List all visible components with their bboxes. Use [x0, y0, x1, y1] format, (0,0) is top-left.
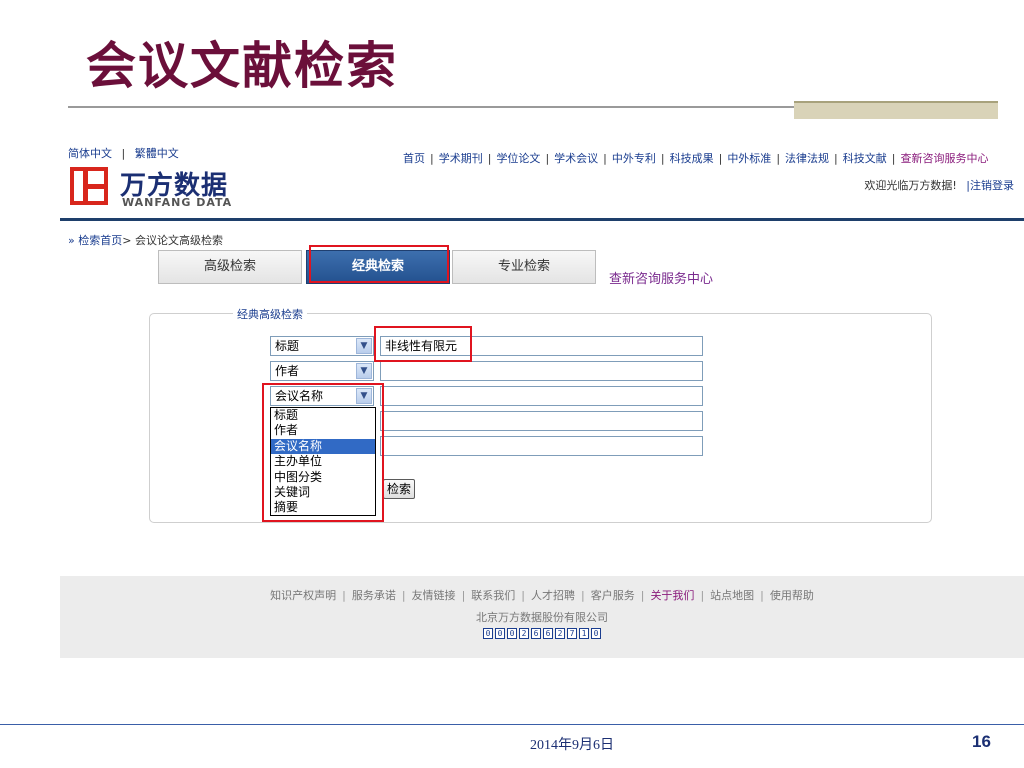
search-term-input-2[interactable] [380, 361, 703, 381]
nav-item-conferences[interactable]: 学术会议 [554, 152, 598, 165]
counter-digit: 2 [555, 628, 565, 639]
consult-center-link[interactable]: 查新咨询服务中心 [609, 268, 713, 287]
nav-item-standards[interactable]: 中外标准 [727, 152, 771, 165]
field-select-value: 标题 [275, 339, 300, 353]
footer-link-sitemap[interactable]: 站点地图 [710, 589, 754, 602]
footer-links: 知识产权声明 | 服务承诺 | 友情链接 | 联系我们 | 人才招聘 | 客户服务 | 关于我们 | 站点地… [270, 589, 814, 602]
header-divider [60, 218, 1024, 221]
lang-traditional-link[interactable]: 繁體中文 [135, 147, 179, 160]
slide-bottom-rule [0, 724, 1024, 725]
footer-link-friends[interactable]: 友情链接 [412, 589, 456, 602]
breadcrumb-home-link[interactable]: 检索首页 [78, 234, 122, 247]
visit-counter: 0002662710 [60, 628, 1024, 639]
welcome-text: 欢迎光临万方数据! [864, 179, 957, 192]
field-select-1[interactable]: 标题 ▼ [270, 336, 374, 356]
footer-link-contact[interactable]: 联系我们 [471, 589, 515, 602]
counter-digit: 0 [591, 628, 601, 639]
chevron-down-icon[interactable]: ▼ [356, 338, 372, 354]
logo-text-en: WANFANG DATA [122, 196, 233, 209]
lang-simplified-link[interactable]: 简体中文 [68, 147, 112, 160]
logo-mark-icon [70, 167, 108, 205]
welcome-bar: 欢迎光临万方数据! |注销登录 [864, 177, 1014, 193]
nav-item-achievements[interactable]: 科技成果 [670, 152, 714, 165]
slide-title: 会议文献检索 [86, 37, 398, 95]
search-button[interactable]: 检索 [383, 479, 415, 499]
nav-item-patents[interactable]: 中外专利 [612, 152, 656, 165]
counter-digit: 0 [483, 628, 493, 639]
footer-link-help[interactable]: 使用帮助 [770, 589, 814, 602]
highlight-box-dropdown [262, 383, 384, 522]
logout-link[interactable]: |注销登录 [966, 179, 1014, 192]
nav-item-sci-docs[interactable]: 科技文献 [843, 152, 887, 165]
lang-separator: | [121, 147, 126, 160]
footer-link-jobs[interactable]: 人才招聘 [531, 589, 575, 602]
nav-item-home[interactable]: 首页 [403, 152, 425, 165]
breadcrumb-prefix: » [68, 234, 75, 247]
field-select-value: 作者 [275, 364, 300, 378]
counter-digit: 1 [579, 628, 589, 639]
nav-item-theses[interactable]: 学位论文 [496, 152, 540, 165]
slide-page-number: 16 [972, 732, 991, 751]
language-switcher: 简体中文 | 繁體中文 [68, 145, 185, 161]
wanfang-logo[interactable]: 万方数据 WANFANG DATA [70, 165, 250, 213]
field-select-2[interactable]: 作者 ▼ [270, 361, 374, 381]
breadcrumb-separator: > [122, 234, 132, 247]
counter-digit: 6 [531, 628, 541, 639]
slide-date: 2014年9月6日 [530, 738, 614, 753]
search-term-input-5[interactable] [380, 436, 703, 456]
footer-link-about[interactable]: 关于我们 [650, 589, 694, 602]
highlight-box-input [374, 326, 472, 362]
fieldset-legend: 经典高级检索 [233, 306, 307, 322]
nav-item-consult-center[interactable]: 查新咨询服务中心 [900, 152, 988, 165]
search-term-input-3[interactable] [380, 386, 703, 406]
counter-digit: 6 [543, 628, 553, 639]
search-term-input-4[interactable] [380, 411, 703, 431]
tab-professional-search[interactable]: 专业检索 [452, 250, 596, 284]
tab-advanced-search[interactable]: 高级检索 [158, 250, 302, 284]
highlight-box-tab [309, 245, 449, 283]
footer-company: 北京万方数据股份有限公司 [476, 611, 608, 624]
site-footer: 知识产权声明 | 服务承诺 | 友情链接 | 联系我们 | 人才招聘 | 客户服务 | 关于我们 | 站点地… [60, 576, 1024, 658]
nav-item-laws[interactable]: 法律法规 [785, 152, 829, 165]
counter-digit: 0 [507, 628, 517, 639]
counter-digit: 7 [567, 628, 577, 639]
footer-link-service[interactable]: 服务承诺 [352, 589, 396, 602]
counter-digit: 0 [495, 628, 505, 639]
counter-digit: 2 [519, 628, 529, 639]
title-accent-bar [794, 101, 998, 119]
breadcrumb-current: 会议论文高级检索 [134, 234, 223, 247]
top-navigation: 首页 | 学术期刊 | 学位论文 | 学术会议 | 中外专利 | 科技成果 | 中外标准 | 法律法规 | 科技… [403, 152, 989, 165]
chevron-down-icon[interactable]: ▼ [356, 363, 372, 379]
footer-link-ip[interactable]: 知识产权声明 [270, 589, 336, 602]
footer-link-customer[interactable]: 客户服务 [591, 589, 635, 602]
nav-item-journals[interactable]: 学术期刊 [439, 152, 483, 165]
breadcrumb: » 检索首页> 会议论文高级检索 [68, 232, 223, 248]
